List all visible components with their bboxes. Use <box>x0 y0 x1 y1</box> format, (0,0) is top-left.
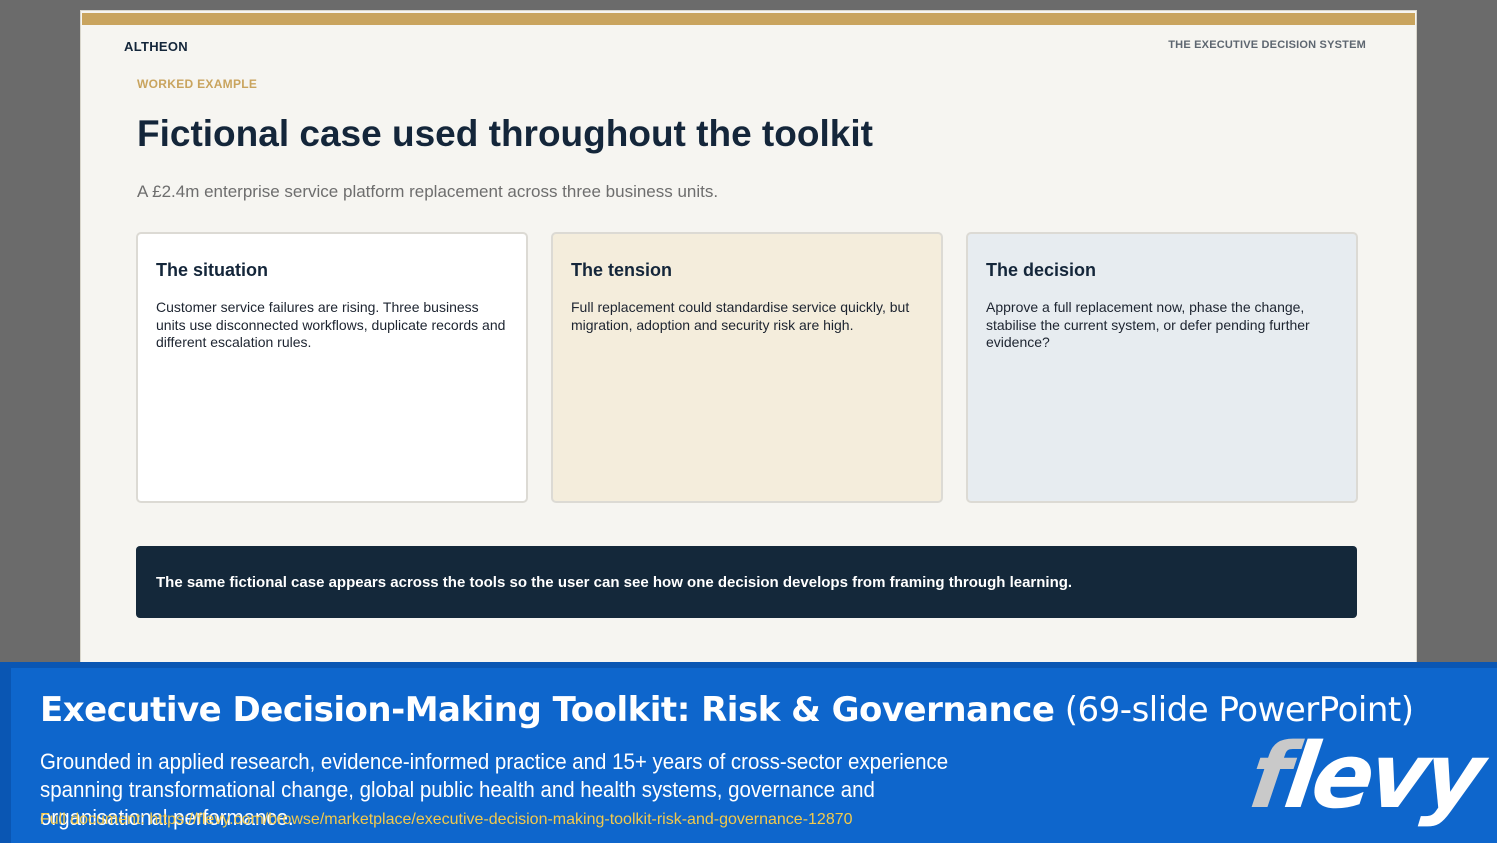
card-title: The situation <box>156 260 268 280</box>
promo-footer: Executive Decision-Making Toolkit: Risk … <box>0 662 1497 843</box>
brand-name: ALTHEON <box>124 39 188 54</box>
card-body: Full replacement could standardise servi… <box>571 299 910 333</box>
summary-banner: The same fictional case appears across t… <box>136 546 1357 618</box>
card-body: Customer service failures are rising. Th… <box>156 299 506 350</box>
banner-text: The same fictional case appears across t… <box>156 573 1073 591</box>
card-decision: The decision Approve a full replacement … <box>966 232 1358 503</box>
document-title-main: Executive Decision-Making Toolkit: Risk … <box>40 690 1055 730</box>
system-label: THE EXECUTIVE DECISION SYSTEM <box>1168 39 1366 51</box>
card-body: Approve a full replacement now, phase th… <box>986 299 1310 350</box>
slide-title: Fictional case used throughout the toolk… <box>137 113 873 154</box>
card-title: The decision <box>986 260 1097 280</box>
logo-rest: levy <box>1278 724 1487 829</box>
footer-panel: Executive Decision-Making Toolkit: Risk … <box>11 668 1497 843</box>
slide: ALTHEON THE EXECUTIVE DECISION SYSTEM WO… <box>80 10 1417 670</box>
document-title: Executive Decision-Making Toolkit: Risk … <box>40 690 1414 730</box>
slide-subtitle: A £2.4m enterprise service platform repl… <box>137 182 719 201</box>
eyebrow-label: WORKED EXAMPLE <box>137 77 258 91</box>
card-situation: The situation Customer service failures … <box>136 232 528 503</box>
card-title: The tension <box>571 260 673 280</box>
flevy-logo[interactable]: flevy <box>1243 724 1486 829</box>
slide-top-accent-bar <box>82 13 1415 25</box>
card-tension: The tension Full replacement could stand… <box>551 232 943 503</box>
document-link[interactable]: Full document: https://flevy.com/browse/… <box>40 811 853 829</box>
